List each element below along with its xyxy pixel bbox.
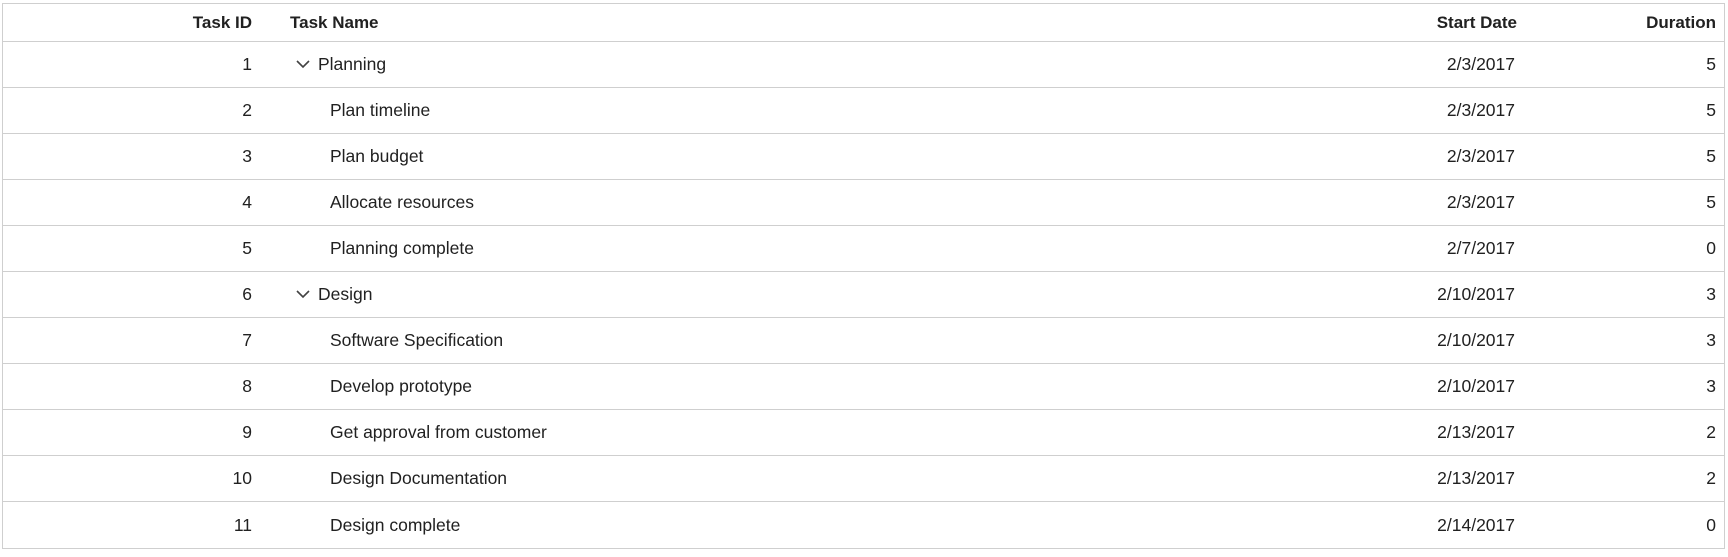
task-name-text: Planning [318, 54, 387, 74]
cell-duration: 0 [1706, 238, 1716, 258]
cell-task-name: Planning [272, 54, 1403, 75]
task-name-text: Design [318, 284, 373, 304]
grid-header: Task ID Task Name Start Date Duration [3, 4, 1724, 42]
cell-duration: 5 [1706, 192, 1716, 212]
cell-task-name: Planning complete [272, 238, 1403, 259]
cell-start-date: 2/10/2017 [1437, 330, 1515, 350]
table-row[interactable]: 2 Plan timeline 2/3/2017 5 [3, 88, 1724, 134]
cell-start-date: 2/7/2017 [1446, 238, 1515, 258]
cell-task-name: Get approval from customer [272, 422, 1403, 443]
cell-task-id: 10 [232, 468, 252, 488]
cell-start-date: 2/13/2017 [1437, 422, 1515, 442]
cell-task-id: 9 [242, 422, 252, 442]
cell-start-date: 2/10/2017 [1437, 284, 1515, 304]
cell-duration: 5 [1706, 146, 1716, 166]
header-task-id[interactable]: Task ID [3, 13, 272, 33]
cell-duration: 5 [1706, 100, 1716, 120]
cell-task-name: Plan budget [272, 146, 1403, 167]
cell-duration: 3 [1706, 284, 1716, 304]
tree-grid: Task ID Task Name Start Date Duration 1 P… [2, 3, 1725, 549]
task-name-text: Develop prototype [330, 376, 473, 396]
header-start-date[interactable]: Start Date [1403, 13, 1534, 33]
cell-duration: 5 [1706, 54, 1716, 74]
cell-task-id: 4 [242, 192, 252, 212]
cell-task-id: 3 [242, 146, 252, 166]
table-row[interactable]: 9 Get approval from customer 2/13/2017 2 [3, 410, 1724, 456]
cell-task-name: Design Documentation [272, 468, 1403, 489]
cell-task-id: 8 [242, 376, 252, 396]
table-row[interactable]: 5 Planning complete 2/7/2017 0 [3, 226, 1724, 272]
task-name-text: Planning complete [330, 238, 474, 258]
cell-start-date: 2/13/2017 [1437, 468, 1515, 488]
cell-task-name: Software Specification [272, 330, 1403, 351]
cell-start-date: 2/3/2017 [1446, 100, 1515, 120]
task-name-text: Plan timeline [330, 100, 431, 120]
task-name-text: Design complete [330, 514, 461, 535]
task-name-text: Get approval from customer [330, 422, 547, 442]
cell-start-date: 2/3/2017 [1446, 146, 1515, 166]
cell-task-name: Allocate resources [272, 192, 1403, 213]
cell-task-name: Design [272, 284, 1403, 305]
cell-task-name: Design complete [272, 515, 1403, 536]
table-row[interactable]: 1 Planning 2/3/2017 5 [3, 42, 1724, 88]
chevron-down-icon[interactable] [296, 288, 310, 302]
cell-start-date: 2/3/2017 [1446, 54, 1515, 74]
cell-duration: 3 [1706, 376, 1716, 396]
grid-body: 1 Planning 2/3/2017 5 2 Plan timeline 2/3/2017… [3, 42, 1724, 548]
cell-duration: 3 [1706, 330, 1716, 350]
cell-start-date: 2/14/2017 [1437, 514, 1515, 535]
cell-task-name: Plan timeline [272, 100, 1403, 121]
cell-start-date: 2/10/2017 [1437, 376, 1515, 396]
cell-task-id: 1 [242, 54, 252, 74]
table-row[interactable]: 11 Design complete 2/14/2017 0 [3, 502, 1724, 548]
cell-task-id: 6 [242, 284, 252, 304]
task-name-text: Design Documentation [330, 468, 508, 488]
task-name-text: Software Specification [330, 330, 504, 350]
header-task-name[interactable]: Task Name [272, 13, 1403, 33]
table-row[interactable]: 6 Design 2/10/2017 3 [3, 272, 1724, 318]
cell-task-id: 7 [242, 330, 252, 350]
table-row[interactable]: 4 Allocate resources 2/3/2017 5 [3, 180, 1724, 226]
header-duration[interactable]: Duration [1534, 13, 1724, 33]
cell-duration: 2 [1706, 468, 1716, 488]
task-name-text: Allocate resources [330, 192, 474, 212]
cell-duration: 2 [1706, 422, 1716, 442]
table-row[interactable]: 8 Develop prototype 2/10/2017 3 [3, 364, 1724, 410]
cell-task-id: 2 [242, 100, 252, 120]
table-row[interactable]: 7 Software Specification 2/10/2017 3 [3, 318, 1724, 364]
cell-task-name: Develop prototype [272, 376, 1403, 397]
table-row[interactable]: 3 Plan budget 2/3/2017 5 [3, 134, 1724, 180]
chevron-down-icon[interactable] [296, 58, 310, 72]
table-row[interactable]: 10 Design Documentation 2/13/2017 2 [3, 456, 1724, 502]
cell-task-id: 11 [233, 514, 252, 535]
cell-task-id: 5 [242, 238, 252, 258]
cell-start-date: 2/3/2017 [1446, 192, 1515, 212]
cell-duration: 0 [1706, 514, 1716, 535]
task-name-text: Plan budget [330, 146, 424, 166]
